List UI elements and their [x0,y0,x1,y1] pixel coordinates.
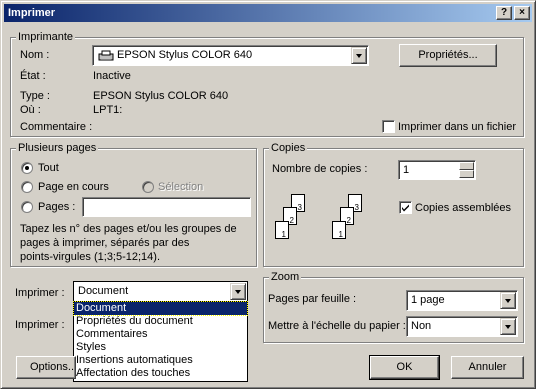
all-pages-label[interactable]: Tout [38,162,59,175]
copies-spinner[interactable] [459,162,474,178]
scale-value: Non [411,320,432,332]
checkmark-icon [402,204,409,212]
list-item[interactable]: Commentaires [74,328,247,341]
list-item[interactable]: Affectation des touches [74,367,247,380]
help-button[interactable]: ? [496,6,512,20]
copies-count-value: 1 [403,164,410,176]
spin-down-icon[interactable] [459,170,474,178]
state-value: Inactive [93,70,131,82]
options-button[interactable]: Options... [16,356,76,379]
chevron-down-icon[interactable] [351,47,367,64]
pages-per-sheet-label: Pages par feuille : [268,293,357,305]
pages-per-sheet-select[interactable]: 1 page [406,290,518,311]
pages-hint-line-1: Tapez les n° des pages et/ou les groupes… [20,223,237,235]
spin-up-icon[interactable] [459,162,474,170]
print-dialog: Imprimer ? × Imprimante Nom : EPSON Styl… [0,0,536,389]
print-what-dropdown-list[interactable]: Document Propriétés du document Commenta… [73,301,248,382]
properties-button[interactable]: Propriétés... [399,44,497,67]
cancel-button[interactable]: Annuler [451,356,524,379]
chevron-down-icon[interactable] [230,283,246,300]
list-item[interactable]: Propriétés du document [74,315,247,328]
selection-label: Sélection [158,181,204,193]
print-to-file-label[interactable]: Imprimer dans un fichier [398,121,516,134]
print-what-label: Imprimer : [15,287,65,299]
page-icon: 1 [332,221,346,239]
page-icon: 1 [275,221,289,239]
type-label: Type : [20,90,50,102]
collate-label[interactable]: Copies assemblées [415,202,511,215]
dialog-title: Imprimer [8,7,56,19]
close-button[interactable]: × [514,6,530,20]
where-value: LPT1: [93,104,123,116]
printer-name-value: EPSON Stylus COLOR 640 [117,49,253,61]
copies-count-input[interactable]: 1 [398,160,476,180]
current-page-radio[interactable] [21,181,33,193]
copies-count-label: Nombre de copies : [272,163,368,175]
pages-label[interactable]: Pages : [38,201,75,214]
print-range-label: Imprimer : [15,319,65,331]
selection-radio [142,181,154,193]
pages-input[interactable] [82,197,251,217]
list-item[interactable]: Styles [74,341,247,354]
printer-icon [97,50,115,65]
print-what-select[interactable]: Document [73,281,248,302]
pages-hint-line-2: pages à imprimer, séparés par des [20,237,190,249]
where-label: Où : [20,104,41,116]
scale-label: Mettre à l'échelle du papier : [268,320,406,332]
print-what-value: Document [78,285,129,297]
pages-hint-line-3: points-virgules (1;3;5-12;14). [20,251,161,263]
zoom-group-title: Zoom [269,270,302,284]
ok-button[interactable]: OK [369,355,440,380]
type-value: EPSON Stylus COLOR 640 [93,90,229,102]
copies-group-title: Copies [269,141,308,155]
chevron-down-icon[interactable] [500,318,516,335]
scale-select[interactable]: Non [406,316,518,337]
pages-group-title: Plusieurs pages [16,141,99,155]
current-page-label[interactable]: Page en cours [38,181,109,194]
collate-checkbox[interactable] [399,201,412,214]
printer-name-select[interactable]: EPSON Stylus COLOR 640 [92,45,369,66]
printer-group-title: Imprimante [16,30,76,44]
state-label: État : [20,70,46,82]
print-to-file-checkbox[interactable] [382,120,395,133]
title-bar[interactable]: Imprimer ? × [4,4,532,22]
pages-per-sheet-value: 1 page [411,294,445,306]
all-pages-radio[interactable] [21,162,33,174]
comment-label: Commentaire : [20,121,93,133]
list-item[interactable]: Insertions automatiques [74,354,247,367]
list-item[interactable]: Document [73,301,248,316]
chevron-down-icon[interactable] [500,292,516,309]
pages-radio[interactable] [21,201,33,213]
printer-name-label: Nom : [20,49,50,61]
